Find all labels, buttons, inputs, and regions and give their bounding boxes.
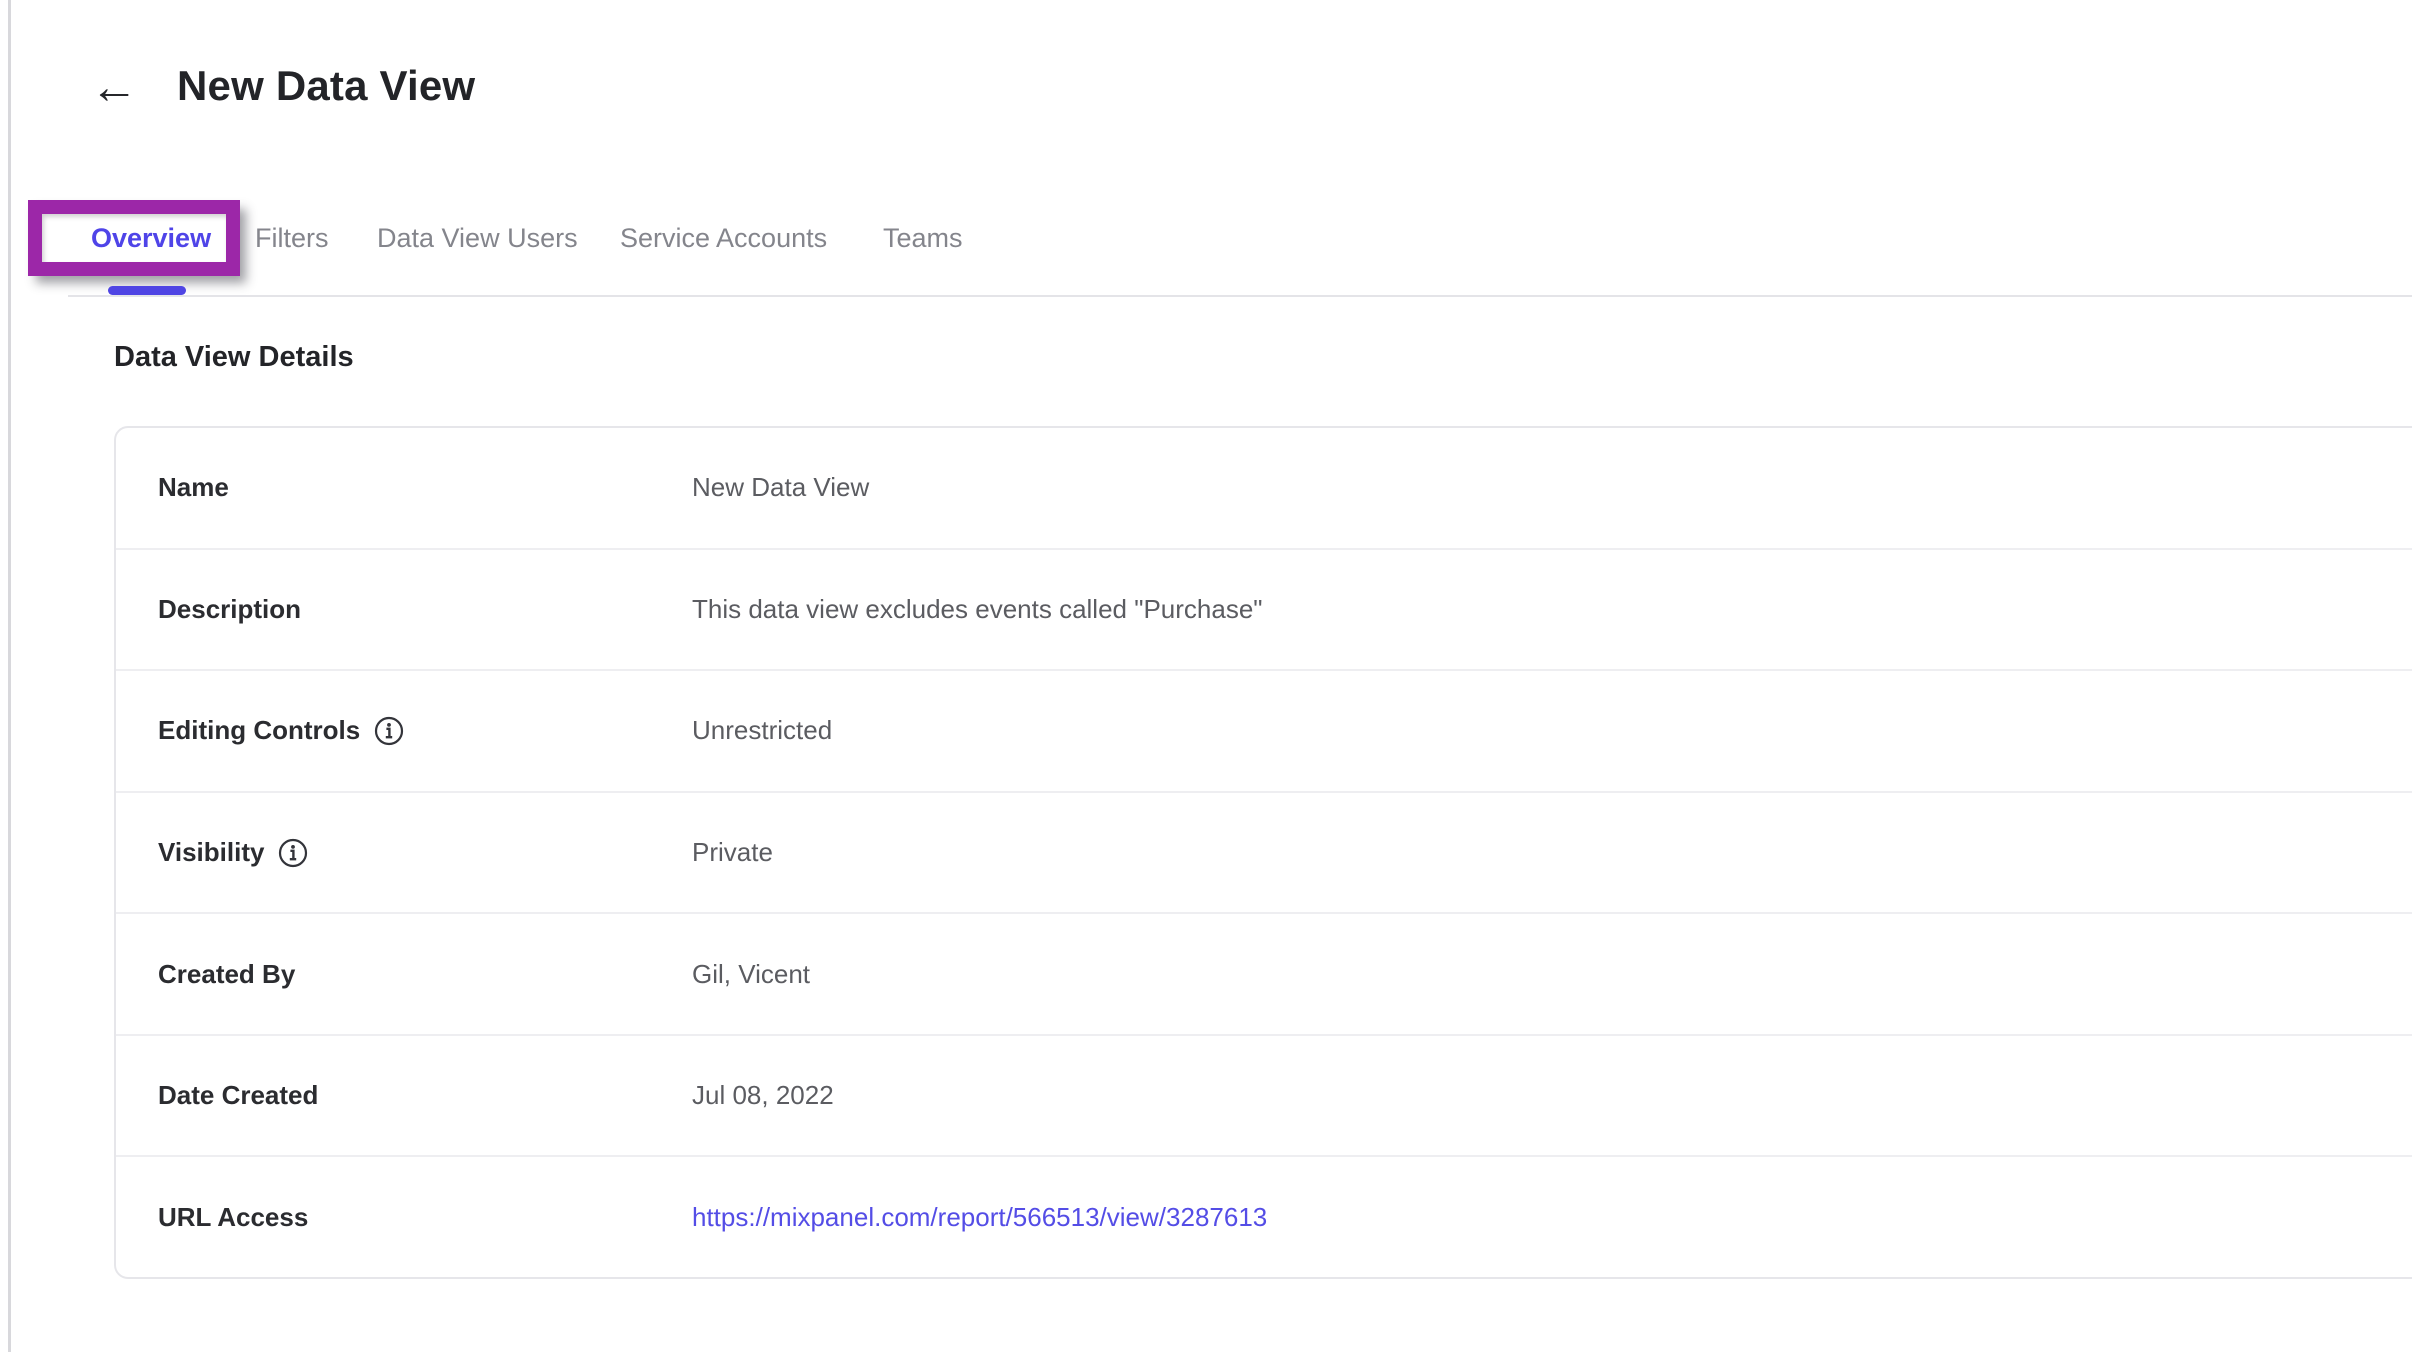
tab-filters[interactable]: Filters bbox=[255, 223, 329, 254]
row-value: Unrestricted bbox=[692, 715, 832, 746]
row-label: Name bbox=[158, 472, 692, 503]
row-label-text: Created By bbox=[158, 959, 295, 990]
arrow-left-icon: ← bbox=[90, 64, 138, 112]
row-value: Gil, Vicent bbox=[692, 959, 810, 990]
row-label-text: Editing Controls bbox=[158, 715, 360, 746]
detail-row-editing-controls: Editing Controls Unrestricted bbox=[116, 669, 2412, 791]
detail-row-url-access: URL Access https://mixpanel.com/report/5… bbox=[116, 1155, 2412, 1277]
row-label: Description bbox=[158, 594, 692, 625]
tab-overview[interactable]: Overview bbox=[91, 223, 211, 254]
detail-row-created-by: Created By Gil, Vicent bbox=[116, 912, 2412, 1034]
row-label: Visibility bbox=[158, 837, 692, 868]
detail-row-visibility: Visibility Private bbox=[116, 791, 2412, 913]
info-icon[interactable] bbox=[278, 838, 308, 868]
tab-teams[interactable]: Teams bbox=[883, 223, 963, 254]
tabs-divider bbox=[68, 295, 2412, 297]
row-label: Date Created bbox=[158, 1080, 692, 1111]
row-label: Created By bbox=[158, 959, 692, 990]
row-label-text: Visibility bbox=[158, 837, 264, 868]
row-value: Jul 08, 2022 bbox=[692, 1080, 834, 1111]
detail-row-description: Description This data view excludes even… bbox=[116, 548, 2412, 670]
data-view-details-card: Name New Data View Description This data… bbox=[114, 426, 2412, 1279]
row-label-text: Name bbox=[158, 472, 229, 503]
section-heading: Data View Details bbox=[114, 341, 354, 374]
row-label-text: Description bbox=[158, 594, 301, 625]
detail-row-date-created: Date Created Jul 08, 2022 bbox=[116, 1034, 2412, 1156]
tab-data-view-users[interactable]: Data View Users bbox=[377, 223, 578, 254]
row-value: Private bbox=[692, 837, 773, 868]
info-icon[interactable] bbox=[374, 716, 404, 746]
active-tab-indicator bbox=[108, 286, 186, 295]
page-edge-divider bbox=[8, 0, 11, 1352]
page: ← New Data View Overview Filters Data Vi… bbox=[0, 0, 2412, 1352]
row-label: Editing Controls bbox=[158, 715, 692, 746]
row-label: URL Access bbox=[158, 1202, 692, 1233]
row-value: This data view excludes events called "P… bbox=[692, 594, 1263, 625]
detail-row-name: Name New Data View bbox=[116, 428, 2412, 548]
page-title: New Data View bbox=[177, 62, 475, 110]
url-access-link[interactable]: https://mixpanel.com/report/566513/view/… bbox=[692, 1202, 1267, 1233]
row-label-text: URL Access bbox=[158, 1202, 308, 1233]
row-label-text: Date Created bbox=[158, 1080, 318, 1111]
back-button[interactable]: ← bbox=[84, 58, 144, 118]
row-value: New Data View bbox=[692, 472, 869, 503]
tab-service-accounts[interactable]: Service Accounts bbox=[620, 223, 827, 254]
